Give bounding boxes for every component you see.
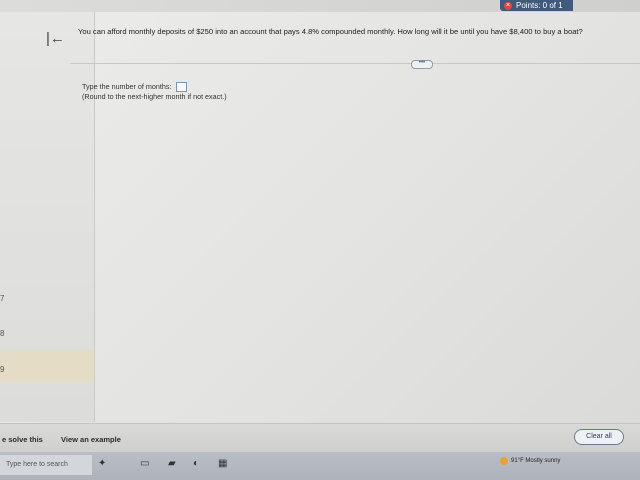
help-me-solve-link[interactable]: e solve this [2,435,43,444]
divider [70,63,640,64]
answer-prompt: Type the number of months: [82,82,172,91]
file-explorer-icon[interactable]: ▰ [168,458,176,469]
taskbar-search-input[interactable]: Type here to search [0,455,92,475]
incorrect-x-icon: × [504,1,512,10]
rounding-hint: (Round to the next-higher month if not e… [82,92,227,102]
edge-browser-icon[interactable]: ◐ [193,458,199,469]
store-icon[interactable]: ▦ [218,458,227,469]
collapse-back-icon[interactable]: |← [46,30,65,47]
answer-area: Type the number of months: (Round to the… [82,82,227,102]
question-number-8[interactable]: 8 [0,329,4,338]
task-view-icon[interactable]: ▭ [140,458,149,469]
points-label: Points: 0 of 1 [516,1,563,10]
view-example-link[interactable]: View an example [61,435,121,444]
sparkle-icon[interactable]: ✦ [98,458,106,469]
question-number-7[interactable]: 7 [0,294,4,303]
months-input[interactable] [175,82,187,93]
weather-label: 91°F Mostly sunny [511,458,561,464]
question-number-9[interactable]: 9 [0,365,4,374]
clear-all-button[interactable]: Clear all [574,429,624,445]
weather-widget[interactable]: 91°F Mostly sunny [500,457,560,465]
sun-icon [500,457,508,465]
current-question-highlight[interactable] [0,350,94,382]
more-options-button[interactable]: ••• [411,60,433,69]
points-badge: × Points: 0 of 1 [500,0,573,11]
question-text: You can afford monthly deposits of $250 … [78,27,583,36]
